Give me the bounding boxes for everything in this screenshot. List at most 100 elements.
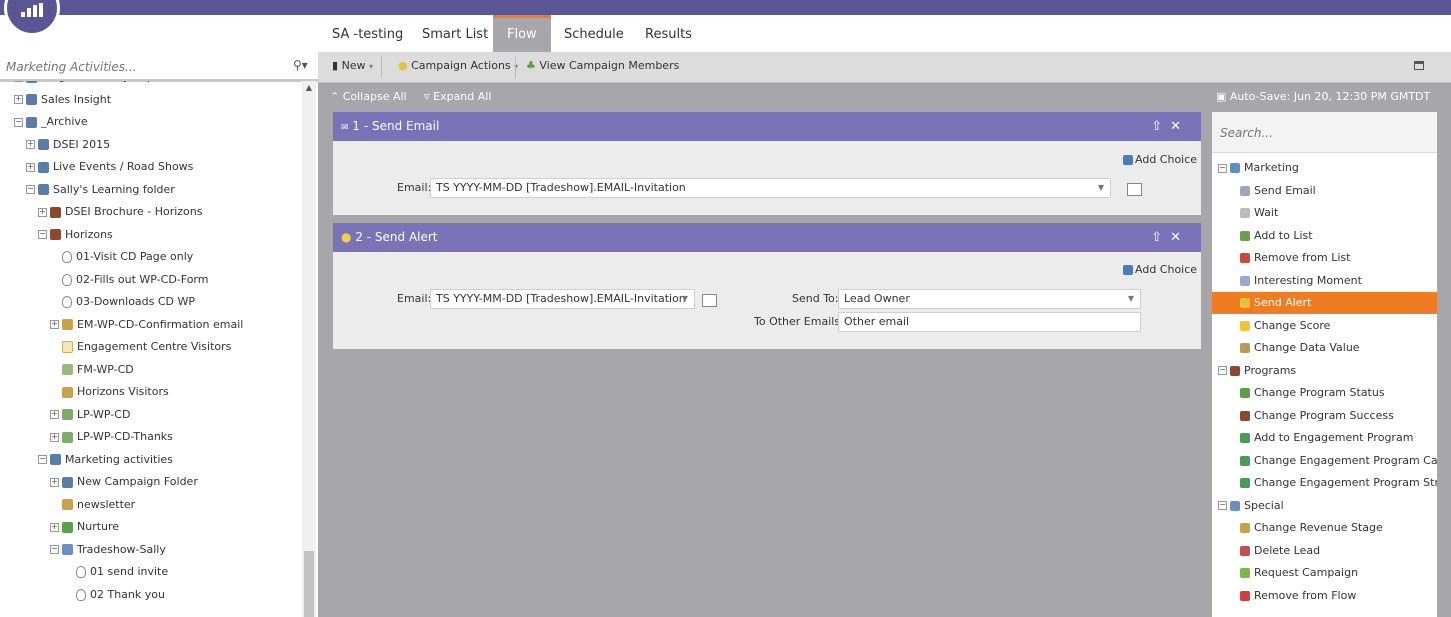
tree-search-input[interactable] [4,57,288,77]
tree-item[interactable]: 01 send invite [64,562,168,582]
tree-scrollbar[interactable]: ▲ [302,81,316,617]
collapse-toggle-icon[interactable]: − [1218,163,1227,173]
tree-item[interactable]: 02 Thank you [64,585,165,605]
tree-item[interactable]: + DSEI Brochure - Horizons [38,202,203,222]
chevron-down-icon: ▼ [1127,294,1134,303]
palette-item[interactable]: Change Program Success [1212,405,1437,427]
palette-group[interactable]: − Programs [1212,360,1437,382]
other-emails-input[interactable]: Other email [838,312,1141,332]
palette-item-label: Add to Engagement Program [1254,431,1414,444]
tree-item[interactable]: − Sally's Learning folder [26,180,175,200]
expand-toggle-icon[interactable]: − [38,230,47,239]
palette-item[interactable]: Change Engagement Program Stream [1212,472,1437,494]
collapse-toggle-icon[interactable]: − [1218,366,1227,375]
view-campaign-members-button[interactable]: ♣ View Campaign Members [526,59,679,72]
tree-item[interactable]: 01-Visit CD Page only [50,247,193,267]
tree-item[interactable]: + Nurture [50,517,119,537]
palette-item[interactable]: Delete Lead [1212,540,1437,562]
tree-item[interactable]: Horizons Visitors [50,382,169,402]
tree-item[interactable]: − _Archive [14,112,88,132]
lookup-icon[interactable] [702,294,717,307]
palette-item-label: Interesting Moment [1254,273,1362,287]
expand-toggle-icon[interactable]: − [38,455,47,464]
palette-item[interactable]: Remove from Flow [1212,585,1437,607]
tab-smart-list[interactable]: Smart List [408,15,502,52]
expand-toggle-icon[interactable]: − [26,185,35,194]
tab-flow[interactable]: Flow [493,15,551,52]
palette-item[interactable]: Remove from List [1212,247,1437,269]
add-choice-button[interactable]: Add Choice [1123,153,1197,166]
expand-all-button[interactable]: ▿ Expand All [424,90,491,103]
expand-toggle-icon[interactable]: + [50,410,59,419]
tree-item[interactable]: 02-Fills out WP-CD-Form [50,270,208,290]
expand-toggle-icon[interactable]: + [26,140,35,149]
tree-item[interactable]: − Tradeshow-Sally [50,540,166,560]
scroll-up-icon[interactable]: ▲ [302,83,316,95]
action-icon [1240,298,1250,308]
palette-item[interactable]: Request Campaign [1212,562,1437,584]
window-toggle-icon[interactable] [1414,61,1424,70]
tree-item[interactable]: + Program Library Imports [14,81,175,87]
flow-step-title: 2 - Send Alert [355,230,438,244]
palette-item[interactable]: Interesting Moment [1212,270,1437,292]
email-select[interactable]: TS YYYY-MM-DD [Tradeshow].EMAIL-Invitati… [430,178,1111,198]
expand-toggle-icon[interactable]: − [14,117,23,127]
tree-item[interactable]: + Live Events / Road Shows [26,157,193,177]
tree-item[interactable]: + LP-WP-CD [50,405,130,425]
palette-item[interactable]: Add to List [1212,225,1437,247]
expand-toggle-icon[interactable]: + [50,432,59,442]
expand-toggle-icon[interactable]: + [38,207,47,217]
tree-item[interactable]: newsletter [50,495,135,515]
expand-toggle-icon[interactable]: − [50,545,59,554]
collapse-all-button[interactable]: ⌃ Collapse All [330,90,407,103]
close-icon[interactable]: ✕ [1170,119,1189,134]
expand-toggle-icon[interactable]: + [26,162,35,172]
tab-schedule[interactable]: Schedule [550,15,638,52]
send-to-select[interactable]: Lead Owner ▼ [838,289,1141,309]
expand-toggle-icon[interactable]: + [50,522,59,532]
palette-item[interactable]: Change Program Status [1212,382,1437,404]
tree-item[interactable]: + New Campaign Folder [50,472,198,492]
tree-item[interactable]: + EM-WP-CD-Confirmation email [50,315,243,335]
campaign-actions-button[interactable]: ● Campaign Actions ▾ [398,59,518,72]
palette-item[interactable]: Send Email [1212,180,1437,202]
scroll-thumb[interactable] [304,551,314,617]
tree-item[interactable]: + DSEI 2015 [26,135,110,155]
palette-group[interactable]: − Special [1212,495,1437,517]
palette-group[interactable]: − Marketing [1212,157,1437,179]
tree-item[interactable]: 03-Downloads CD WP [50,292,195,312]
tree-item[interactable]: + LP-WP-CD-Thanks [50,427,173,447]
tree-item[interactable]: − Horizons [38,225,113,245]
move-up-icon[interactable]: ⇧ [1151,230,1170,245]
palette-item[interactable]: Change Data Value [1212,337,1437,359]
new-button[interactable]: ▮ New ▾ [332,59,373,72]
add-choice-button[interactable]: Add Choice [1123,263,1197,276]
expand-toggle-icon[interactable]: + [50,477,59,487]
tree-item[interactable]: FM-WP-CD [50,360,134,380]
action-icon [1240,343,1250,353]
tab-sa-testing[interactable]: SA -testing [318,15,417,52]
move-up-icon[interactable]: ⇧ [1151,119,1170,134]
palette-item[interactable]: Change Score [1212,315,1437,337]
palette-item[interactable]: Wait [1212,202,1437,224]
tab-results[interactable]: Results [631,15,706,52]
palette-item[interactable]: Add to Engagement Program [1212,427,1437,449]
expand-toggle-icon[interactable]: + [14,81,23,82]
palette-item[interactable]: Change Engagement Program Cadence [1212,450,1437,472]
lookup-icon[interactable] [1127,183,1142,196]
palette-item[interactable]: Change Revenue Stage [1212,517,1437,539]
palette-search-input[interactable] [1218,123,1422,143]
close-icon[interactable]: ✕ [1170,230,1189,245]
tree-item[interactable]: Engagement Centre Visitors [50,337,231,357]
palette-item[interactable]: Send Alert [1212,292,1437,314]
expand-toggle-icon[interactable]: + [14,95,23,104]
tree-item[interactable]: + Sales Insight [14,90,111,110]
email-select[interactable]: TS YYYY-MM-DD [Tradeshow].EMAIL-Invitati… [430,289,695,309]
expand-toggle-icon[interactable]: + [50,320,59,329]
tree-item[interactable]: − Marketing activities [38,450,173,470]
palette-item-label: Remove from Flow [1254,588,1357,602]
palette-item-label: Remove from List [1254,251,1351,264]
search-filter-icon[interactable]: ⚲▾ [293,58,313,74]
form-icon [62,364,73,375]
collapse-toggle-icon[interactable]: − [1218,501,1227,510]
